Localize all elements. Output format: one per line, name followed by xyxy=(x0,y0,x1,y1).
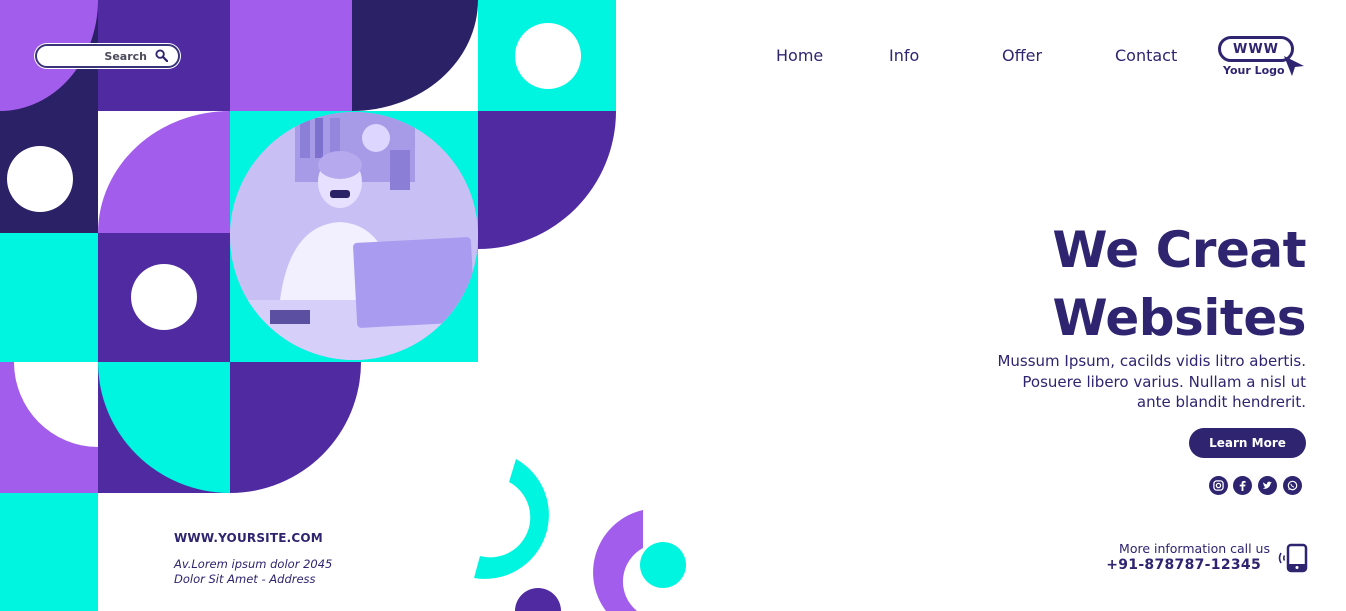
facebook-icon[interactable] xyxy=(1233,476,1252,495)
instagram-icon[interactable] xyxy=(1209,476,1228,495)
whatsapp-icon[interactable] xyxy=(1283,476,1302,495)
phone-number[interactable]: +91-878787-12345 xyxy=(1106,557,1261,573)
learn-more-button[interactable]: Learn More xyxy=(1189,428,1306,458)
twitter-icon[interactable] xyxy=(1258,476,1277,495)
nav-offer[interactable]: Offer xyxy=(1002,46,1042,65)
phone-icon xyxy=(1278,543,1308,573)
address: Av.Lorem ipsum dolor 2045 Dolor Sit Amet… xyxy=(174,557,332,587)
logo-text[interactable]: Your Logo xyxy=(1223,64,1285,77)
hero-title-line2: Websites xyxy=(1052,289,1306,347)
call-label: More information call us xyxy=(1119,541,1270,556)
address-line2: Dolor Sit Amet - Address xyxy=(174,572,316,586)
hero-title-line1: We Creat xyxy=(1052,221,1306,279)
search-box[interactable]: Search xyxy=(35,44,180,68)
hero-text: Mussum Ipsum, cacilds vidis litro aberti… xyxy=(906,351,1306,413)
address-line1: Av.Lorem ipsum dolor 2045 xyxy=(174,557,333,571)
nav-info[interactable]: Info xyxy=(889,46,919,65)
geometric-pattern xyxy=(0,0,686,611)
search-icon[interactable] xyxy=(155,47,169,66)
nav-contact[interactable]: Contact xyxy=(1115,46,1177,65)
hero-text-line1: Mussum Ipsum, cacilds vidis litro aberti… xyxy=(997,352,1306,370)
hero-text-line2: Posuere libero varius. Nullam a nisl ut xyxy=(1022,372,1306,391)
site-url[interactable]: WWW.YOURSITE.COM xyxy=(174,531,323,545)
hero-title: We Creat Websites xyxy=(906,216,1306,352)
cursor-arrow-icon xyxy=(1284,56,1304,76)
hero-text-line3: ante blandit hendrerit. xyxy=(1136,393,1306,411)
search-label: Search xyxy=(104,49,147,63)
nav-home[interactable]: Home xyxy=(776,46,823,65)
